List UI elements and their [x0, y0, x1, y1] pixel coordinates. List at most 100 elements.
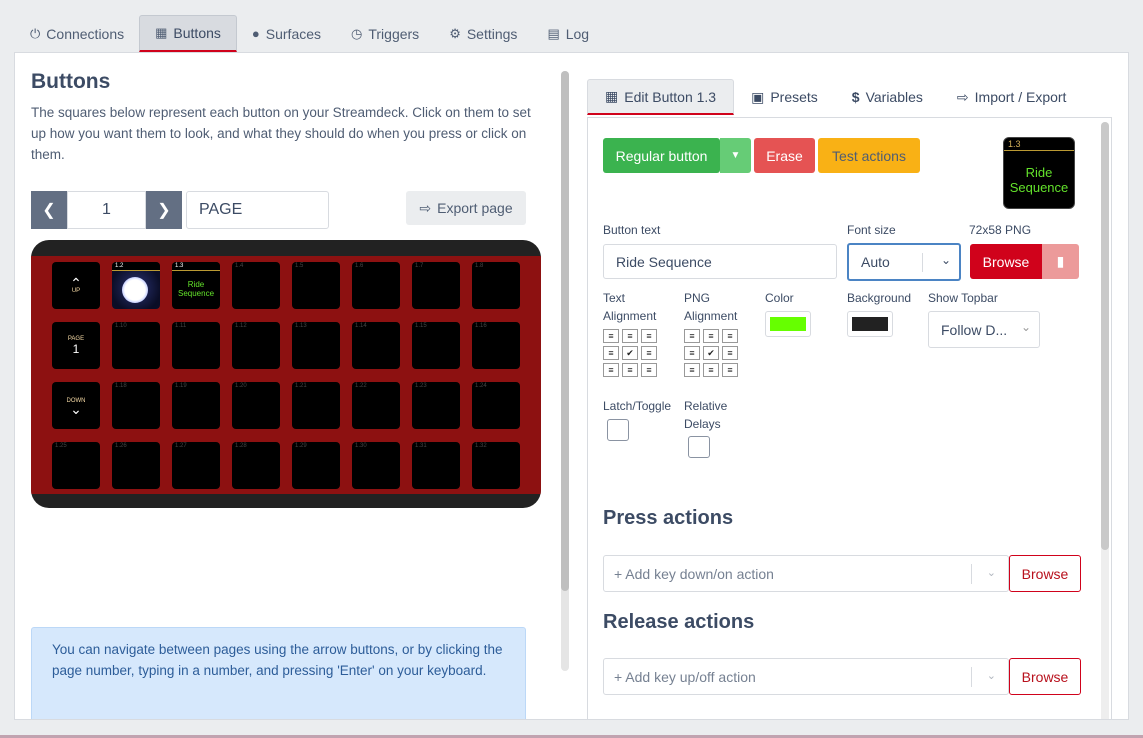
- next-page-button[interactable]: ❯: [146, 191, 182, 229]
- key-1-12[interactable]: 1.12: [232, 322, 280, 369]
- tab-variables[interactable]: $ Variables: [835, 79, 940, 115]
- editor-tabs: ▦ Edit Button 1.3 ▣ Presets $ Variables …: [587, 79, 1083, 117]
- background-color-swatch[interactable]: [847, 311, 893, 337]
- png-align-top-left[interactable]: ≡: [684, 329, 700, 343]
- key-1-10[interactable]: 1.10: [112, 322, 160, 369]
- tab-surfaces[interactable]: ● Surfaces: [237, 15, 336, 52]
- browse-press-actions-button[interactable]: Browse: [1009, 555, 1081, 592]
- key-1-6[interactable]: 1.6: [352, 262, 400, 309]
- png-align-bottom-center[interactable]: ≡: [703, 363, 719, 377]
- relative-delays-checkbox[interactable]: [688, 436, 710, 458]
- tab-settings[interactable]: ⚙ Settings: [434, 15, 532, 52]
- scrollbar-thumb[interactable]: [561, 71, 569, 591]
- key-text: Ride Sequence: [172, 280, 220, 298]
- browse-png-button[interactable]: Browse: [970, 244, 1042, 279]
- align-top-left[interactable]: ≡: [603, 329, 619, 343]
- page-number-input[interactable]: 1: [67, 191, 146, 229]
- key-1-22[interactable]: 1.22: [352, 382, 400, 429]
- key-1-2[interactable]: 1.2: [112, 262, 160, 309]
- page-name-input[interactable]: PAGE: [186, 191, 329, 229]
- text-color-swatch[interactable]: [765, 311, 811, 337]
- key-1-15[interactable]: 1.15: [412, 322, 460, 369]
- tab-buttons[interactable]: ▦ Buttons: [139, 15, 237, 52]
- key-1-31[interactable]: 1.31: [412, 442, 460, 489]
- editor-scrollbar[interactable]: [1101, 122, 1109, 719]
- key-down[interactable]: DOWN ⌄: [52, 382, 100, 429]
- key-1-19[interactable]: 1.19: [172, 382, 220, 429]
- key-1-32[interactable]: 1.32: [472, 442, 520, 489]
- align-middle-right[interactable]: ≡: [641, 346, 657, 360]
- preview-text: Ride Sequence: [1004, 165, 1074, 195]
- key-number: 1.12: [235, 323, 247, 329]
- chevron-down-icon: ⌄: [986, 670, 996, 682]
- key-1-28[interactable]: 1.28: [232, 442, 280, 489]
- png-align-middle-right[interactable]: ≡: [722, 346, 738, 360]
- tab-connections[interactable]: ⏻ Connections: [15, 15, 139, 52]
- left-scrollbar[interactable]: [561, 71, 569, 671]
- delete-png-button[interactable]: ▮: [1042, 244, 1079, 279]
- key-1-18[interactable]: 1.18: [112, 382, 160, 429]
- key-1-20[interactable]: 1.20: [232, 382, 280, 429]
- browse-release-actions-button[interactable]: Browse: [1009, 658, 1081, 695]
- key-up[interactable]: ⌃ UP: [52, 262, 100, 309]
- edit-button-panel: Regular button ▼ Erase Test actions 1.3 …: [587, 117, 1112, 719]
- test-actions-button[interactable]: Test actions: [818, 138, 920, 173]
- key-1-5[interactable]: 1.5: [292, 262, 340, 309]
- align-bottom-left[interactable]: ≡: [603, 363, 619, 377]
- regular-button-dropdown[interactable]: Regular button: [603, 138, 720, 173]
- key-1-30[interactable]: 1.30: [352, 442, 400, 489]
- key-page[interactable]: PAGE 1: [52, 322, 100, 369]
- release-actions-title: Release actions: [603, 611, 755, 633]
- key-number: 1.6: [355, 263, 364, 269]
- key-1-7[interactable]: 1.7: [412, 262, 460, 309]
- tab-presets[interactable]: ▣ Presets: [734, 79, 835, 115]
- tab-log[interactable]: ▤ Log: [532, 15, 604, 52]
- png-align-bottom-right[interactable]: ≡: [722, 363, 738, 377]
- png-align-bottom-left[interactable]: ≡: [684, 363, 700, 377]
- key-1-26[interactable]: 1.26: [112, 442, 160, 489]
- button-text-input[interactable]: Ride Sequence: [603, 244, 837, 279]
- button-type-caret[interactable]: ▼: [720, 138, 751, 173]
- key-1-14[interactable]: 1.14: [352, 322, 400, 369]
- key-1-4[interactable]: 1.4: [232, 262, 280, 309]
- png-align-middle-center[interactable]: ✔: [703, 346, 719, 360]
- add-press-action-select[interactable]: + Add key down/on action ⌄: [603, 555, 1009, 592]
- key-1-3[interactable]: 1.3 Ride Sequence: [172, 262, 220, 309]
- latch-toggle-checkbox[interactable]: [607, 419, 629, 441]
- streamdeck-grid: ⌃ UP 1.2 1.3 Ride Sequence 1.4 1.5 1.6 1.…: [31, 240, 541, 508]
- key-1-21[interactable]: 1.21: [292, 382, 340, 429]
- key-1-13[interactable]: 1.13: [292, 322, 340, 369]
- key-1-23[interactable]: 1.23: [412, 382, 460, 429]
- align-middle-left[interactable]: ≡: [603, 346, 619, 360]
- png-alignment-grid: ≡ ≡ ≡ ≡ ✔ ≡ ≡ ≡ ≡: [684, 329, 738, 377]
- key-1-8[interactable]: 1.8: [472, 262, 520, 309]
- key-1-24[interactable]: 1.24: [472, 382, 520, 429]
- key-1-25[interactable]: 1.25: [52, 442, 100, 489]
- png-align-top-right[interactable]: ≡: [722, 329, 738, 343]
- key-number: 1.18: [115, 383, 127, 389]
- show-topbar-select[interactable]: Follow D... ⌄: [928, 311, 1040, 348]
- png-align-middle-left[interactable]: ≡: [684, 346, 700, 360]
- key-1-29[interactable]: 1.29: [292, 442, 340, 489]
- key-1-16[interactable]: 1.16: [472, 322, 520, 369]
- prev-page-button[interactable]: ❮: [31, 191, 67, 229]
- align-bottom-right[interactable]: ≡: [641, 363, 657, 377]
- font-size-select[interactable]: Auto ⌄: [847, 243, 961, 281]
- tab-edit-button[interactable]: ▦ Edit Button 1.3: [587, 79, 735, 115]
- tab-import-export[interactable]: ⇨ Import / Export: [940, 79, 1084, 115]
- key-1-11[interactable]: 1.11: [172, 322, 220, 369]
- align-bottom-center[interactable]: ≡: [622, 363, 638, 377]
- align-top-center[interactable]: ≡: [622, 329, 638, 343]
- key-number: 1.13: [295, 323, 307, 329]
- scrollbar-thumb[interactable]: [1101, 122, 1109, 550]
- add-release-action-select[interactable]: + Add key up/off action ⌄: [603, 658, 1009, 695]
- erase-button[interactable]: Erase: [754, 138, 815, 173]
- png-align-top-center[interactable]: ≡: [703, 329, 719, 343]
- tab-triggers[interactable]: ◷ Triggers: [336, 15, 434, 52]
- export-page-button[interactable]: ⇨ Export page: [406, 191, 526, 225]
- align-top-right[interactable]: ≡: [641, 329, 657, 343]
- key-1-27[interactable]: 1.27: [172, 442, 220, 489]
- key-number: 1.29: [295, 443, 307, 449]
- font-size-label: Font size: [847, 223, 896, 237]
- align-middle-center[interactable]: ✔: [622, 346, 638, 360]
